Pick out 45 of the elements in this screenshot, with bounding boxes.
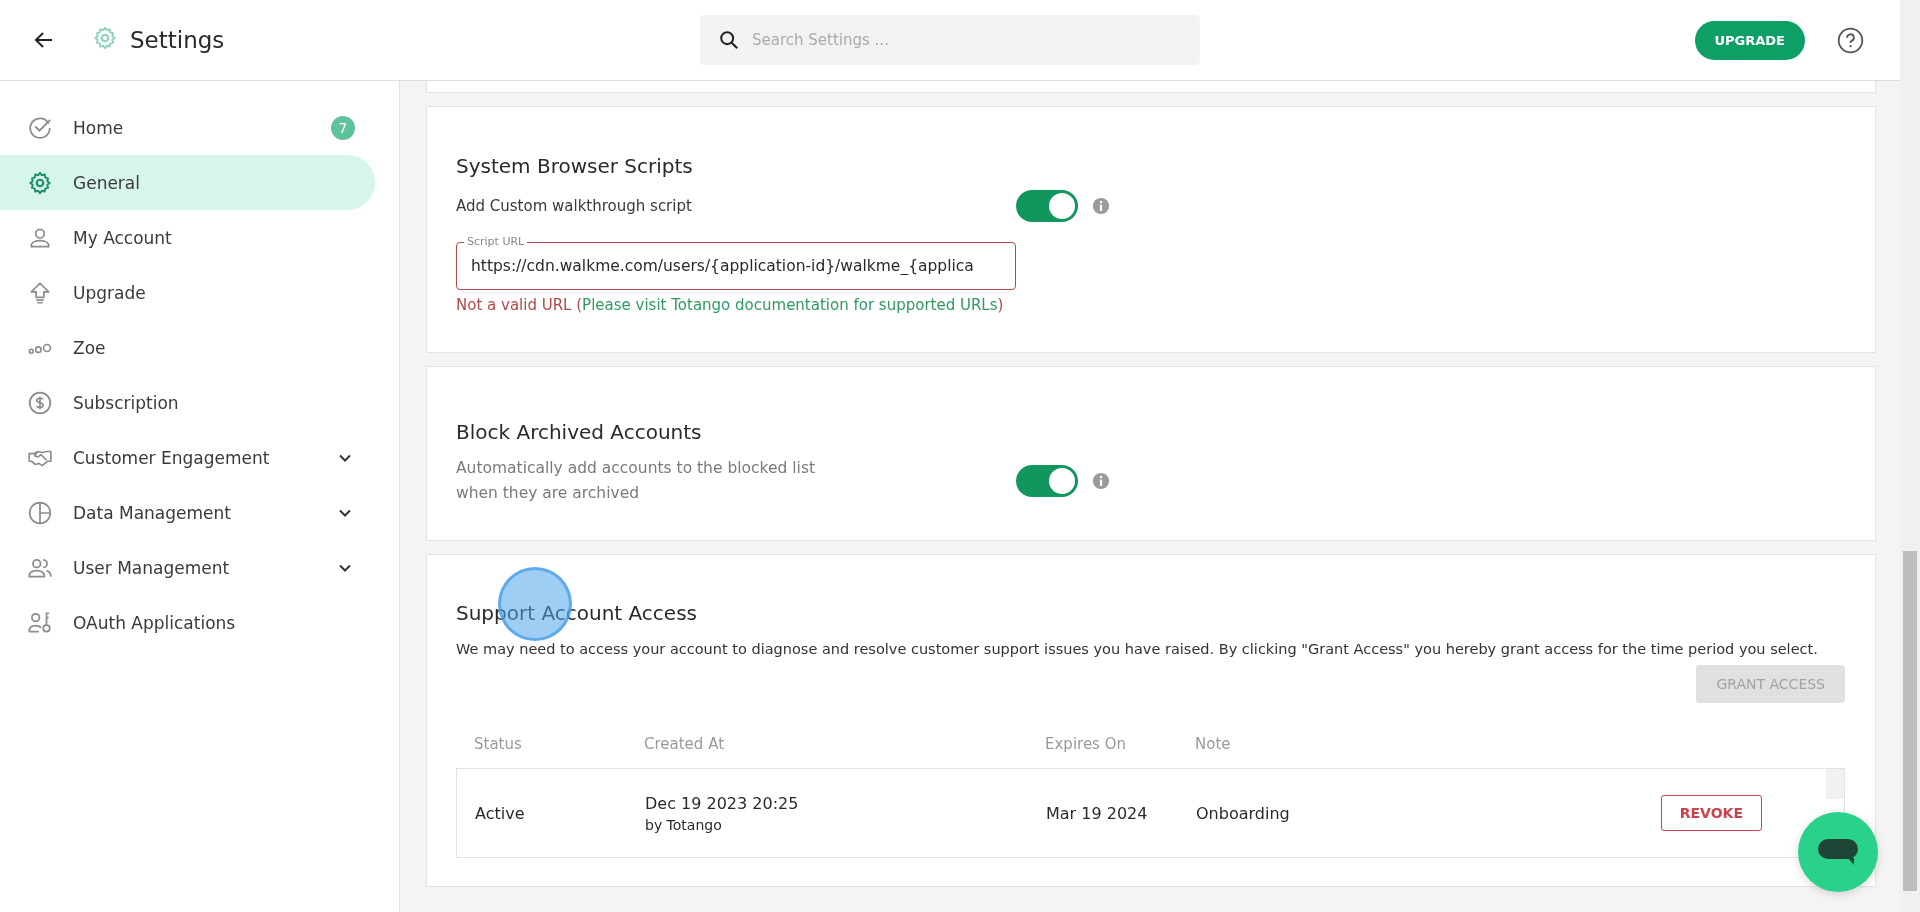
column-header: Status [474,735,523,753]
gear-icon [27,169,53,196]
field-label: Script URL [464,235,528,248]
sidebar-item[interactable]: Zoe [0,320,375,375]
toggle-label: Automatically add accounts to the blocked list when they are archived [456,458,817,504]
dollar-circle-icon [27,389,53,416]
section-title: Block Archived Accounts [456,420,703,444]
sidebar-item[interactable]: OAuth Applications [0,595,375,650]
scrollbar[interactable] [1826,769,1844,799]
search-icon [718,29,740,51]
table-cell-text: Mar 19 2024 [1046,803,1149,823]
sidebar-item[interactable]: Subscription [0,375,375,430]
error-message: Not a valid URL (Please visit Totango documentation for supported URLs) [456,296,1004,314]
sidebar-item[interactable]: Home 7 [0,100,375,155]
toggle-switch[interactable] [1016,190,1078,222]
chat-bubble-icon [1818,837,1858,867]
table-cell-text: by Totango [645,816,723,833]
sidebar-item[interactable]: User Management [0,540,375,595]
info-icon[interactable] [1092,472,1110,490]
sidebar-item[interactable]: Upgrade [0,265,375,320]
scrollbar[interactable] [1900,0,1920,912]
sidebar-item[interactable]: Data Management [0,485,375,540]
table-cell-text: Active [475,803,526,823]
section-title: System Browser Scripts [456,154,694,178]
count-badge: 7 [331,115,355,140]
revoke-button[interactable]: REVOKE [1660,795,1762,831]
help-link[interactable]: Please visit Totango documentation for supported URLs [582,296,998,314]
sidebar-item[interactable]: Customer Engagement [0,430,375,485]
column-header: Created At [644,735,725,753]
sidebar-item[interactable]: My Account [0,210,375,265]
column-header: Expires On [1045,735,1127,753]
info-icon[interactable] [1092,197,1110,215]
toggle-switch[interactable] [1016,465,1078,497]
gear-icon [92,25,118,51]
person-key-icon [27,609,53,636]
search-field[interactable]: Search Settings ... [700,15,1200,65]
toggle-label: Add Custom walkthrough script [456,195,693,217]
help-icon[interactable] [1837,26,1864,54]
pie-chart-icon [27,499,53,526]
description-text: We may need to access your account to diagnose and resolve customer support issues you have raised. By clicking "Grant Access" you hereby grant access for the time period you select. [456,641,1819,657]
table-cell-text: Onboarding [1196,803,1291,823]
page-title: Settings [130,27,225,53]
table-cell-text: Dec 19 2023 20:25 [645,793,800,813]
column-header: Note [1195,735,1232,753]
sidebar-item[interactable]: General [0,155,375,210]
